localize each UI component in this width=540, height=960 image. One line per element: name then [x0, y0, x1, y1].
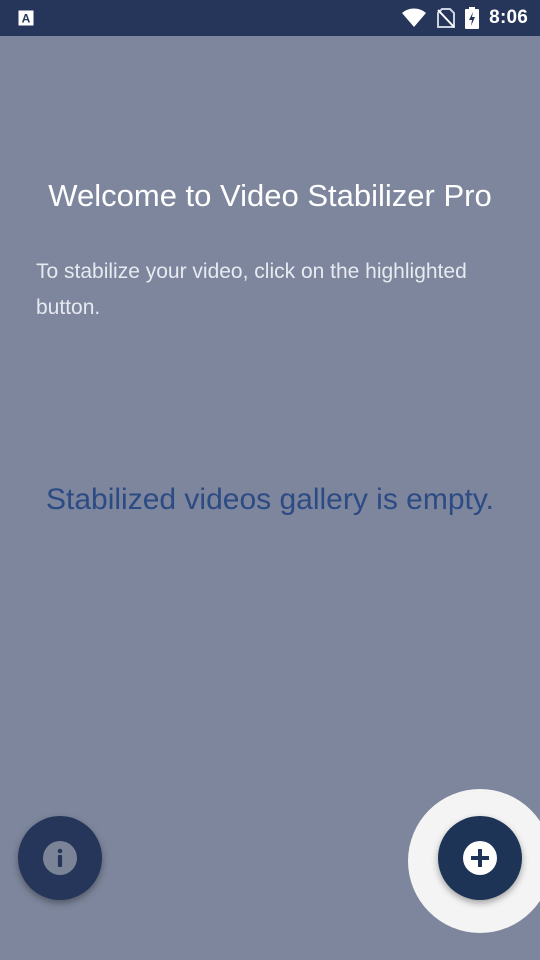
- info-icon: [43, 841, 77, 875]
- status-icons: 8:06: [401, 0, 528, 36]
- accessibility-app-icon: A: [18, 10, 34, 26]
- gallery-empty-message: Stabilized videos gallery is empty.: [46, 483, 494, 516]
- welcome-description: To stabilize your video, click on the hi…: [36, 260, 467, 319]
- battery-charging-icon: [465, 7, 480, 29]
- info-button[interactable]: [18, 816, 102, 900]
- welcome-title: Welcome to Video Stabilizer Pro: [48, 178, 492, 213]
- plus-circle-icon: [463, 841, 497, 875]
- svg-text:A: A: [22, 12, 31, 26]
- status-time: 8:06: [489, 7, 528, 28]
- add-video-button[interactable]: [438, 816, 522, 900]
- status-bar: A 8:06: [0, 0, 540, 36]
- wifi-icon: [402, 8, 427, 27]
- no-sim-icon: [437, 8, 456, 28]
